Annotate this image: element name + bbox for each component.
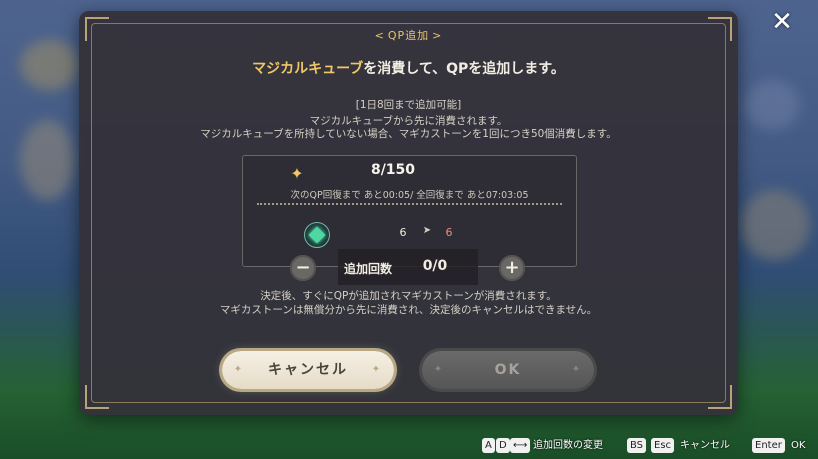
qp-add-dialog: < QP追加 > マジカルキューブを消費して、QPを追加します。 [1日8回まで追加… [79,11,738,415]
headline-highlight: マジカルキューブ [252,61,364,77]
cube-count-after: 6 [445,226,453,239]
key-bs: BS [627,438,647,453]
cancel-button-label: キャンセル [268,362,348,378]
ok-button[interactable]: ✦ OK ✦ [422,351,594,389]
frame-corner-ornament [708,385,732,409]
dialog-headline: マジカルキューブを消費して、QPを追加します。 [79,58,738,78]
hint-change-count: 追加回数の変更 [533,440,603,451]
dialog-title: < QP追加 > [374,29,443,42]
confirmation-notes: 決定後、すぐにQPが追加されマギカストーンが消費されます。 マギカストーンは無償… [79,289,738,317]
minus-icon[interactable]: − [290,255,316,281]
divider [257,203,562,205]
note-line: マギカストーンは無償分から先に消費され、決定後のキャンセルはできません。 [219,304,598,316]
note-line: 決定後、すぐにQPが追加されマギカストーンが消費されます。 [260,290,557,302]
key-enter: Enter [752,438,785,453]
key-d: D [496,438,510,453]
key-a: A [482,438,495,453]
sparkle-icon: ✦ [233,364,245,375]
frame-corner-ornament [85,385,109,409]
ok-button-label: OK [494,362,522,378]
plus-icon[interactable]: + [499,255,525,281]
key-esc: Esc [651,438,675,453]
magical-cube-icon [304,222,330,248]
keyboard-hints-bar: A D ⟷ 追加回数の変更 BS Esc キャンセル Enter OK [0,436,818,456]
hint-cancel: キャンセル [680,440,730,451]
close-icon[interactable]: ✕ [767,8,797,38]
dialog-title-text: QP追加 [387,29,430,42]
recovery-timer: 次のQP回復まで あと00:05/ 全回復まで あと07:03:05 [290,190,529,201]
sparkle-icon: ✦ [571,364,583,375]
sparkle-icon: ✦ [371,364,383,375]
consumption-description: マジカルキューブから先に消費されます。 マジカルキューブを所持していない場合、マ… [79,115,738,141]
sparkle-icon: ✦ [433,364,445,375]
arrow-right-icon: ➤ [422,225,432,236]
cube-count-before: 6 [399,226,407,239]
qp-value: 8/150 [370,162,416,178]
description-line: マジカルキューブから先に消費されます。 [309,115,508,127]
add-count-value: 0/0 [422,258,448,274]
daily-limit-note: [1日8回まで追加可能] [355,99,462,111]
hint-ok: OK [791,440,806,451]
arrows-icon: ⟷ [510,438,531,453]
cancel-button[interactable]: ✦ キャンセル ✦ [222,351,394,389]
add-count-label: 追加回数 [343,262,392,276]
headline-text: を消費して、QPを追加します。 [363,61,565,77]
sparkle-icon: ✦ [290,164,304,183]
description-line: マジカルキューブを所持していない場合、マギカストーンを1回につき50個消費します… [200,128,617,140]
